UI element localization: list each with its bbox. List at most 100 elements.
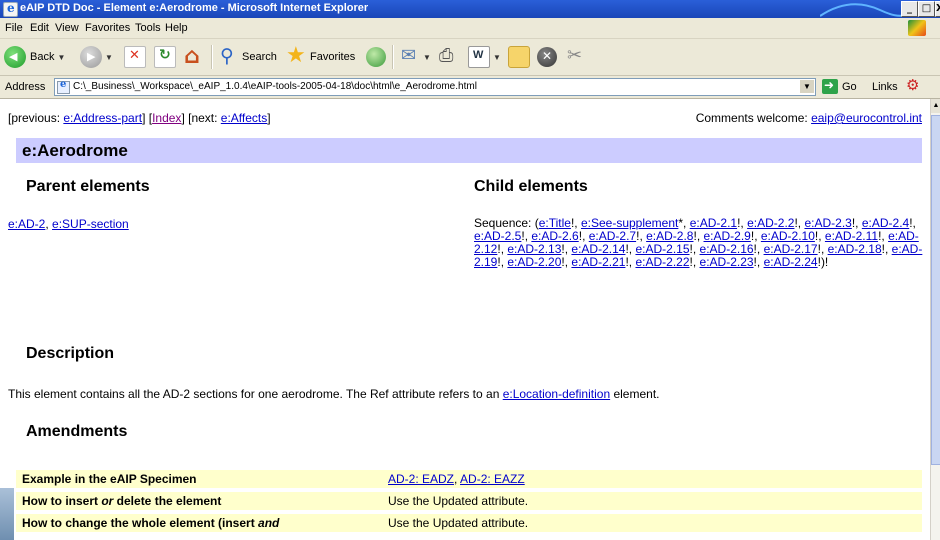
mail-button[interactable]: ▼	[400, 44, 431, 70]
stop-button[interactable]	[124, 44, 146, 70]
refresh-button[interactable]	[154, 44, 176, 70]
scroll-up-arrow-icon[interactable]: ▲	[931, 99, 940, 113]
key-part: How to change the whole element (insert	[22, 516, 259, 530]
child-element-link[interactable]: e:AD-2.22	[635, 255, 689, 269]
title-bar: eAIP DTD Doc - Element e:Aerodrome - Mic…	[0, 0, 940, 18]
next-link[interactable]: e:Affects	[221, 111, 267, 125]
menu-tools[interactable]: Tools	[135, 22, 161, 34]
minimize-button[interactable]: _	[901, 1, 918, 17]
child-element-link[interactable]: e:AD-2.10	[761, 229, 815, 243]
child-element-link[interactable]: e:AD-2.14	[571, 242, 625, 256]
menu-bar: File Edit View Favorites Tools Help	[0, 18, 940, 39]
parent-link[interactable]: e:SUP-section	[52, 217, 129, 231]
example-link[interactable]: AD-2: EADZ	[388, 472, 454, 486]
child-element-link[interactable]: e:AD-2.11	[825, 229, 878, 243]
menu-view[interactable]: View	[55, 22, 79, 34]
window-title: eAIP DTD Doc - Element e:Aerodrome - Mic…	[20, 2, 369, 14]
refresh-icon	[154, 46, 176, 68]
go-arrow-icon[interactable]	[822, 78, 838, 94]
child-element-link[interactable]: e:AD-2.17	[764, 242, 818, 256]
example-link[interactable]: AD-2: EAZZ	[460, 472, 525, 486]
table-row: Example in the eAIP Specimen AD-2: EADZ,…	[16, 470, 922, 488]
amend-key: How to insert or delete the element	[16, 492, 382, 510]
links-button[interactable]: Links	[872, 81, 898, 93]
menu-favorites[interactable]: Favorites	[85, 22, 130, 34]
back-button[interactable]: Back ▼	[4, 44, 65, 70]
menu-file[interactable]: File	[5, 22, 23, 34]
child-element-link[interactable]: e:AD-2.24	[764, 255, 818, 269]
child-element-link[interactable]: e:AD-2.1	[690, 216, 737, 230]
decorative-wave-graphic	[820, 3, 910, 17]
chevron-down-icon[interactable]: ▼	[57, 53, 65, 62]
child-element-link[interactable]: e:AD-2.7	[589, 229, 636, 243]
previous-link[interactable]: e:Address-part	[63, 111, 142, 125]
child-element-link[interactable]: e:AD-2.15	[635, 242, 689, 256]
chevron-down-icon[interactable]: ▼	[105, 53, 113, 62]
key-part: How to insert	[22, 494, 102, 508]
child-element-link[interactable]: e:AD-2.3	[804, 216, 851, 230]
links-menu-icon[interactable]	[906, 76, 922, 94]
scrollbar-thumb[interactable]	[931, 115, 940, 465]
email-link[interactable]: eaip@eurocontrol.int	[811, 111, 922, 125]
child-element-link[interactable]: e:AD-2.2	[747, 216, 794, 230]
star-icon	[286, 43, 306, 68]
location-definition-link[interactable]: e:Location-definition	[503, 387, 610, 401]
address-bar: Address C:\_Business\_Workspace\_eAIP_1.…	[0, 76, 940, 99]
chevron-down-icon[interactable]: ▼	[493, 53, 501, 62]
print-button[interactable]	[438, 44, 458, 70]
close-tool-button[interactable]	[537, 44, 557, 70]
address-dropdown-button[interactable]: ▼	[800, 80, 814, 93]
occurrence-marker: !	[753, 255, 757, 269]
occurrence-marker: !	[737, 216, 741, 230]
history-button[interactable]	[366, 44, 386, 70]
occurrence-marker: !	[814, 229, 819, 243]
amend-key: How to change the whole element (insert …	[16, 514, 382, 532]
child-element-link[interactable]: e:AD-2.21	[571, 255, 625, 269]
research-button[interactable]	[565, 44, 585, 70]
child-element-link[interactable]: e:AD-2.23	[700, 255, 754, 269]
toolbar: Back ▼ ▼ Search Favorites	[0, 39, 940, 76]
child-element-link[interactable]: e:AD-2.18	[828, 242, 882, 256]
close-button[interactable]: X	[935, 1, 940, 17]
menu-help[interactable]: Help	[165, 22, 188, 34]
home-button[interactable]	[183, 44, 203, 70]
index-link[interactable]: Index	[152, 111, 181, 125]
search-button[interactable]: Search	[218, 44, 277, 70]
forward-button[interactable]: ▼	[80, 44, 113, 70]
occurrence-marker: !	[497, 242, 501, 256]
go-button[interactable]: Go	[842, 81, 857, 93]
description-heading: Description	[26, 345, 115, 362]
occurrence-marker: !	[561, 242, 565, 256]
child-element-link[interactable]: e:See-supplement	[581, 216, 678, 230]
child-element-link[interactable]: e:AD-2.13	[507, 242, 561, 256]
occurrence-marker: !	[636, 229, 640, 243]
comments-label: Comments welcome:	[695, 111, 812, 125]
child-element-link[interactable]: e:AD-2.9	[704, 229, 751, 243]
toolbar-separator	[211, 45, 213, 69]
child-element-link[interactable]: e:AD-2.5	[474, 229, 521, 243]
description-text: This element contains all the AD-2 secti…	[8, 387, 659, 401]
back-label: Back	[30, 51, 55, 63]
menu-edit[interactable]: Edit	[30, 22, 49, 34]
child-element-link[interactable]: e:AD-2.8	[646, 229, 693, 243]
child-element-link[interactable]: e:AD-2.16	[700, 242, 754, 256]
page-icon	[57, 79, 70, 94]
nav-text: [previous:	[8, 111, 64, 125]
child-element-link[interactable]: e:AD-2.6	[531, 229, 578, 243]
maximize-button[interactable]: □	[918, 1, 935, 17]
page-content: [previous: e:Address-part] [Index] [next…	[0, 99, 930, 540]
table-row: How to change the whole element (insert …	[16, 514, 922, 532]
child-element-link[interactable]: e:AD-2.4	[862, 216, 909, 230]
research-icon	[565, 45, 585, 67]
child-element-link[interactable]: e:Title	[539, 216, 571, 230]
parent-link[interactable]: e:AD-2	[8, 217, 45, 231]
edit-button[interactable]: ▼	[468, 44, 501, 70]
sequence-suffix: )!	[820, 255, 829, 269]
folder-button[interactable]	[508, 44, 530, 70]
chevron-down-icon[interactable]: ▼	[423, 53, 431, 62]
vertical-scrollbar[interactable]: ▲	[930, 99, 940, 540]
favorites-button[interactable]: Favorites	[286, 43, 355, 70]
occurrence-marker: !	[497, 255, 501, 269]
address-input[interactable]: C:\_Business\_Workspace\_eAIP_1.0.4\eAIP…	[54, 78, 816, 96]
child-element-link[interactable]: e:AD-2.20	[507, 255, 561, 269]
